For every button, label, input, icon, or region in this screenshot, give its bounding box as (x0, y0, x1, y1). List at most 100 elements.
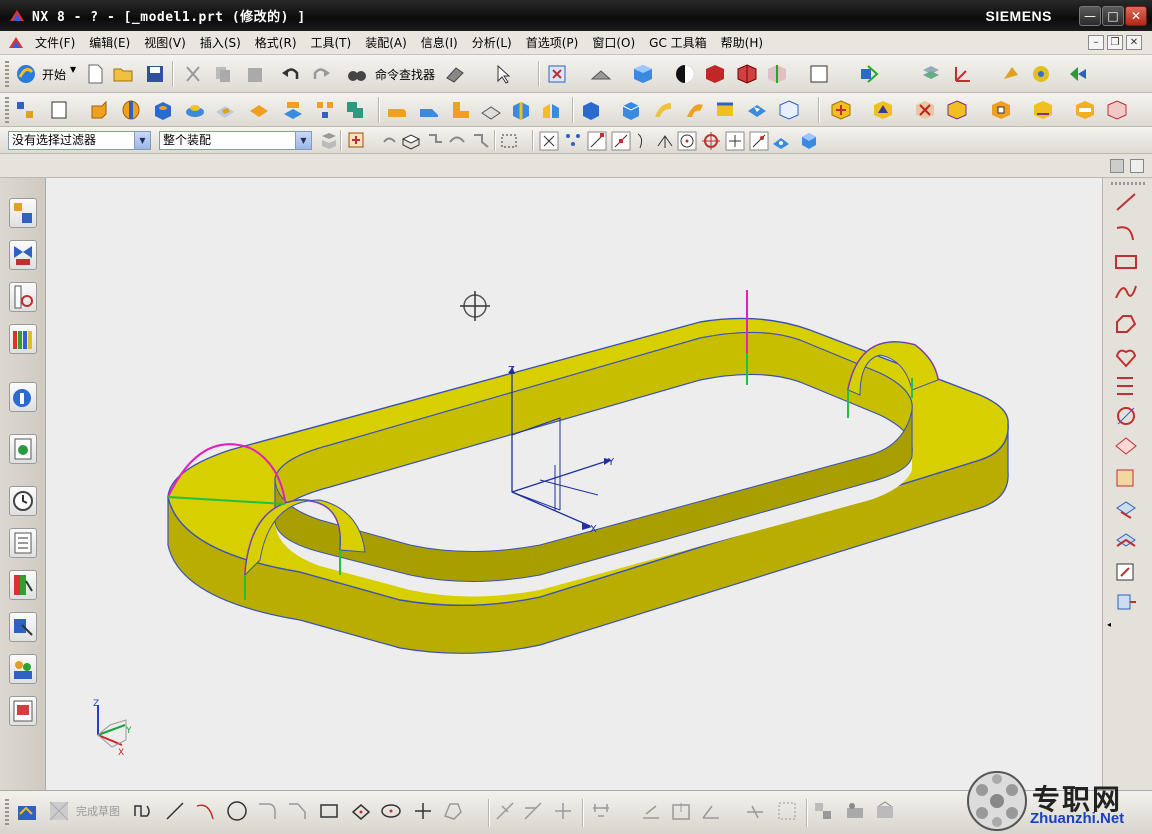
close-button[interactable]: ✕ (1125, 6, 1147, 26)
quadrant-point-icon[interactable] (700, 130, 722, 152)
fit-view-icon[interactable] (546, 63, 568, 85)
section-view-icon[interactable] (704, 63, 726, 85)
endpoint-icon[interactable] (586, 130, 608, 152)
reuse-library-tab[interactable] (9, 324, 37, 354)
menu-gc-toolkit[interactable]: GC 工具箱 (642, 34, 714, 51)
toolbar-grip[interactable] (5, 97, 9, 123)
maximize-button[interactable]: □ (1102, 6, 1124, 26)
background-icon[interactable] (674, 63, 696, 85)
start-icon[interactable] (14, 63, 38, 85)
shaded-cube-icon[interactable] (632, 63, 654, 85)
general-select-icon[interactable] (346, 130, 368, 152)
menu-info[interactable]: 信息(I) (414, 34, 465, 51)
pattern-curve-icon[interactable] (1113, 404, 1139, 428)
animate-dimension-icon[interactable] (844, 800, 866, 822)
mirror-face-icon[interactable] (1074, 99, 1096, 121)
offset-curve-icon[interactable] (1113, 374, 1139, 398)
start-label[interactable]: 开始 (42, 66, 66, 83)
arc-center-icon[interactable] (676, 130, 698, 152)
copy-face-icon[interactable] (946, 99, 968, 121)
toolbar-grip[interactable] (1111, 182, 1145, 185)
cut-face-icon[interactable] (990, 99, 1012, 121)
polygon-icon[interactable] (350, 800, 372, 822)
pattern-icon[interactable] (314, 99, 336, 121)
command-finder-label[interactable]: 命令查找器 (375, 66, 435, 83)
polygon-icon[interactable] (1113, 312, 1139, 336)
thicken-icon[interactable] (620, 99, 642, 121)
datum-plane-icon[interactable] (48, 99, 70, 121)
menu-window[interactable]: 窗口(O) (585, 34, 642, 51)
quick-trim-icon[interactable] (494, 800, 516, 822)
graphics-window[interactable]: Z Y X Z Y X (46, 178, 1102, 790)
chevron-down-icon[interactable]: ▼ (295, 132, 311, 149)
extract-curve-icon[interactable] (1113, 590, 1139, 614)
point-on-surface-icon[interactable] (770, 130, 792, 152)
edit-section-icon[interactable] (766, 63, 788, 85)
derived-curve-icon[interactable] (1113, 560, 1139, 584)
undo-icon[interactable] (280, 63, 302, 85)
menu-view[interactable]: 视图(V) (137, 34, 193, 51)
shell-icon[interactable] (450, 99, 472, 121)
part-navigator-tab[interactable] (9, 282, 37, 312)
menu-assembly[interactable]: 装配(A) (358, 34, 414, 51)
doc-restore-button[interactable]: ❐ (1107, 35, 1123, 50)
doc-minimize-button[interactable]: – (1088, 35, 1104, 50)
layer-icon[interactable] (808, 63, 830, 85)
move-object-icon[interactable] (1000, 63, 1022, 85)
analysis-icon[interactable] (1030, 63, 1052, 85)
cut-icon[interactable] (182, 63, 204, 85)
mirror-curve-icon[interactable] (1113, 434, 1139, 458)
model-view[interactable]: Z Y X Z Y X (46, 178, 1102, 790)
project-curve-icon[interactable] (1113, 498, 1139, 522)
sketch-icon[interactable] (14, 99, 36, 121)
make-corner-icon[interactable] (552, 800, 574, 822)
fillet-icon[interactable] (256, 800, 278, 822)
show-constraints-icon[interactable] (700, 800, 722, 822)
assembly-navigator-tab[interactable] (9, 198, 37, 228)
constraint-navigator-tab[interactable] (9, 240, 37, 270)
arc-icon[interactable] (1113, 220, 1139, 244)
fixed-constraint-icon[interactable] (670, 800, 692, 822)
web-browser-tab[interactable] (9, 434, 37, 464)
scope-dropdown[interactable]: 整个装配 ▼ (159, 131, 312, 150)
redo-icon[interactable] (310, 63, 332, 85)
line-icon[interactable] (1113, 190, 1139, 214)
unite-icon[interactable] (344, 99, 366, 121)
edge-blend-icon[interactable] (386, 99, 408, 121)
extrude-icon[interactable] (88, 99, 110, 121)
minimize-button[interactable]: — (1079, 6, 1101, 26)
circle-icon[interactable] (226, 800, 248, 822)
emboss-icon[interactable] (282, 99, 304, 121)
curve-select-icon[interactable] (470, 130, 492, 152)
system-scenes-tab[interactable] (9, 696, 37, 726)
swept-icon[interactable] (684, 99, 706, 121)
ellipse-icon[interactable] (380, 800, 402, 822)
menu-insert[interactable]: 插入(S) (193, 34, 248, 51)
bounded-plane-icon[interactable] (746, 99, 768, 121)
history-tab[interactable] (9, 486, 37, 516)
selection-arrow-icon[interactable] (1066, 63, 1088, 85)
layer-settings-icon[interactable] (920, 63, 942, 85)
racetrack-body[interactable] (167, 317, 1009, 654)
convert-reference-icon[interactable] (776, 800, 798, 822)
rectangle-icon[interactable] (318, 800, 340, 822)
selection-filter-dropdown[interactable]: 没有选择过滤器 ▼ (8, 131, 151, 150)
face-blend-icon[interactable] (714, 99, 736, 121)
sew-icon[interactable] (652, 99, 674, 121)
assembly-select-icon[interactable] (318, 130, 340, 152)
chamfer-icon[interactable] (286, 800, 308, 822)
split-body-icon[interactable] (540, 99, 562, 121)
toolbar-overflow-arrow[interactable]: ◂ (1107, 620, 1111, 629)
assembly-nav-icon[interactable] (858, 63, 880, 85)
system-materials-tab[interactable] (9, 528, 37, 558)
toolbar-grip[interactable] (5, 61, 9, 87)
binoculars-icon[interactable] (346, 63, 368, 85)
alternate-solution-icon[interactable] (812, 800, 834, 822)
menu-format[interactable]: 格式(R) (248, 34, 304, 51)
geometric-constraint-icon[interactable] (640, 800, 662, 822)
eraser-icon[interactable] (444, 63, 466, 85)
menu-file[interactable]: 文件(F) (28, 34, 82, 51)
sketch-settings-icon[interactable] (874, 800, 896, 822)
arc-icon[interactable] (194, 800, 216, 822)
pattern-face-icon[interactable] (1106, 99, 1128, 121)
